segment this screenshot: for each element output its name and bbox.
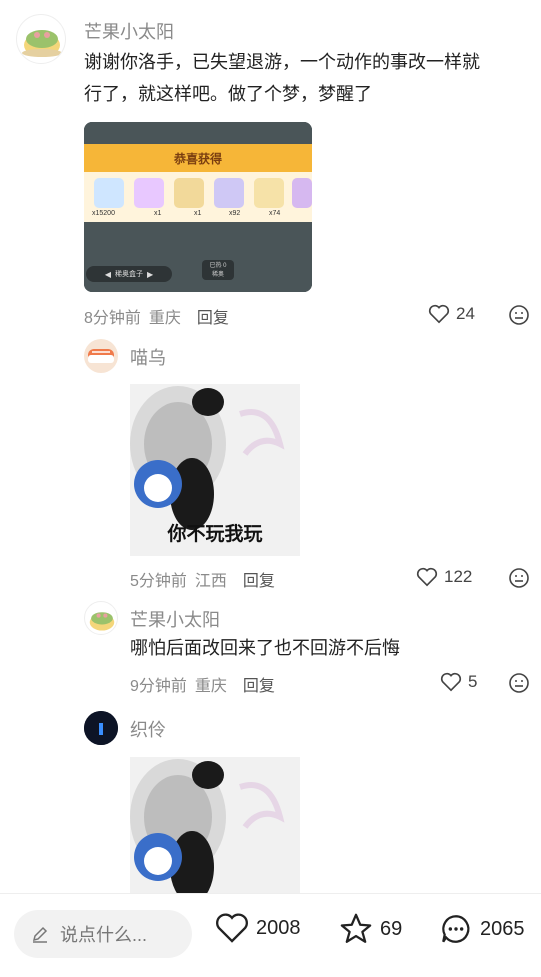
image-control-pill: ◀ 稀奥盒子 ▶: [86, 266, 172, 282]
reward-item-count: x1: [154, 210, 162, 217]
post-comment-count: 2065: [480, 917, 525, 940]
avatar[interactable]: [84, 601, 118, 635]
comment-text: 行了，就这样吧。做了个梦，梦醒了: [84, 84, 372, 104]
image-tag-sub: 稀奥: [211, 272, 224, 278]
comment-image[interactable]: 恭喜获得 x15200 x1 x1 x92 x74 ◀ 稀奥盒子 ▶ 已热 0 …: [84, 122, 312, 292]
comment-meta: 8分钟前 重庆 回复: [84, 304, 229, 328]
avatar[interactable]: [84, 339, 118, 373]
reward-item-count: x15200: [92, 210, 115, 217]
play-right-icon: ▶: [147, 269, 154, 279]
heart-icon: [416, 567, 438, 587]
heart-icon: [428, 304, 450, 324]
comment-meta: 9分钟前 重庆 回复: [130, 672, 275, 696]
reward-item-icon: [94, 178, 124, 208]
reward-item-count: x1: [194, 210, 202, 217]
image-top-strip: [84, 122, 312, 144]
like-count: 24: [456, 304, 475, 323]
reward-item-count: x92: [229, 210, 241, 217]
comment-image-meme[interactable]: 你不玩我玩: [130, 384, 300, 556]
sushi-avatar-icon: [88, 349, 114, 363]
dislike-icon[interactable]: [508, 567, 530, 589]
post-like-button[interactable]: 2008: [214, 912, 301, 944]
comment-location: 重庆: [194, 678, 227, 695]
comment-text: 谢谢你洛手，已失望退游，一个动作的事改一样就: [84, 52, 480, 72]
reward-item-icon: [292, 178, 312, 208]
post-favorite-count: 69: [380, 917, 403, 940]
mango-cake-icon: [89, 612, 115, 631]
like-button[interactable]: 122: [416, 567, 472, 587]
comment-meta: 5分钟前 江西 回复: [130, 567, 275, 591]
play-left-icon: ◀: [104, 269, 111, 279]
reply-button[interactable]: 回复: [197, 304, 229, 328]
reward-item-icon: [174, 178, 204, 208]
comment-time: 5分钟前: [130, 573, 187, 590]
heart-icon: [440, 672, 462, 692]
comment-text: 哪怕后面改回来了也不回游不后悔: [130, 638, 400, 658]
like-button[interactable]: 5: [440, 672, 477, 692]
reward-banner-title: 恭喜获得: [173, 151, 222, 166]
reply-button[interactable]: 回复: [243, 672, 275, 696]
image-tag-label: 已热 0: [209, 263, 227, 269]
like-count: 122: [444, 567, 473, 586]
post-like-count: 2008: [256, 916, 301, 939]
star-icon: [340, 913, 372, 943]
meme-caption: 你不玩我玩: [167, 524, 263, 545]
reward-item-count: x74: [269, 210, 281, 217]
reward-item-icon: [134, 178, 164, 208]
dislike-icon[interactable]: [508, 304, 530, 326]
heart-icon: [216, 913, 248, 943]
post-favorite-button[interactable]: 69: [338, 912, 402, 946]
image-button-label: 稀奥盒子: [115, 271, 143, 278]
like-button[interactable]: 24: [428, 304, 475, 324]
comment-time: 8分钟前: [84, 310, 141, 327]
comment-image-meme[interactable]: [130, 757, 300, 893]
comment-input[interactable]: 说点什么...: [14, 910, 192, 958]
comment-username[interactable]: 芒果小太阳: [130, 606, 220, 632]
avatar[interactable]: [84, 711, 118, 745]
reward-banner: 恭喜获得: [84, 144, 312, 172]
mango-cake-icon: [22, 30, 62, 57]
comment-username[interactable]: 芒果小太阳: [84, 18, 174, 44]
comment-username[interactable]: 织伶: [130, 716, 166, 742]
like-count: 5: [468, 672, 478, 691]
panda-meme-image: [130, 757, 300, 893]
comment-location: 江西: [194, 573, 227, 590]
pencil-icon: [32, 926, 48, 943]
avatar[interactable]: [16, 14, 66, 64]
reward-item-icon: [214, 178, 244, 208]
comment-input-placeholder: 说点什么...: [60, 925, 148, 945]
bottom-action-bar: 说点什么... 2008 69 2065: [0, 893, 541, 977]
reward-item-icon: [254, 178, 284, 208]
comment-time: 9分钟前: [130, 678, 187, 695]
reward-items: x15200 x1 x1 x92 x74: [84, 172, 312, 222]
dark-avatar-icon: [84, 711, 118, 745]
post-comment-button[interactable]: 2065: [438, 912, 525, 946]
image-bottom-area: ◀ 稀奥盒子 ▶ 已热 0 稀奥: [84, 222, 312, 292]
image-tag: 已热 0 稀奥: [202, 260, 234, 280]
reply-button[interactable]: 回复: [243, 567, 275, 591]
comment-location: 重庆: [148, 310, 181, 327]
dislike-icon[interactable]: [508, 672, 530, 694]
comment-bubble-icon: [442, 915, 470, 943]
comment-username[interactable]: 喵乌: [130, 344, 166, 370]
